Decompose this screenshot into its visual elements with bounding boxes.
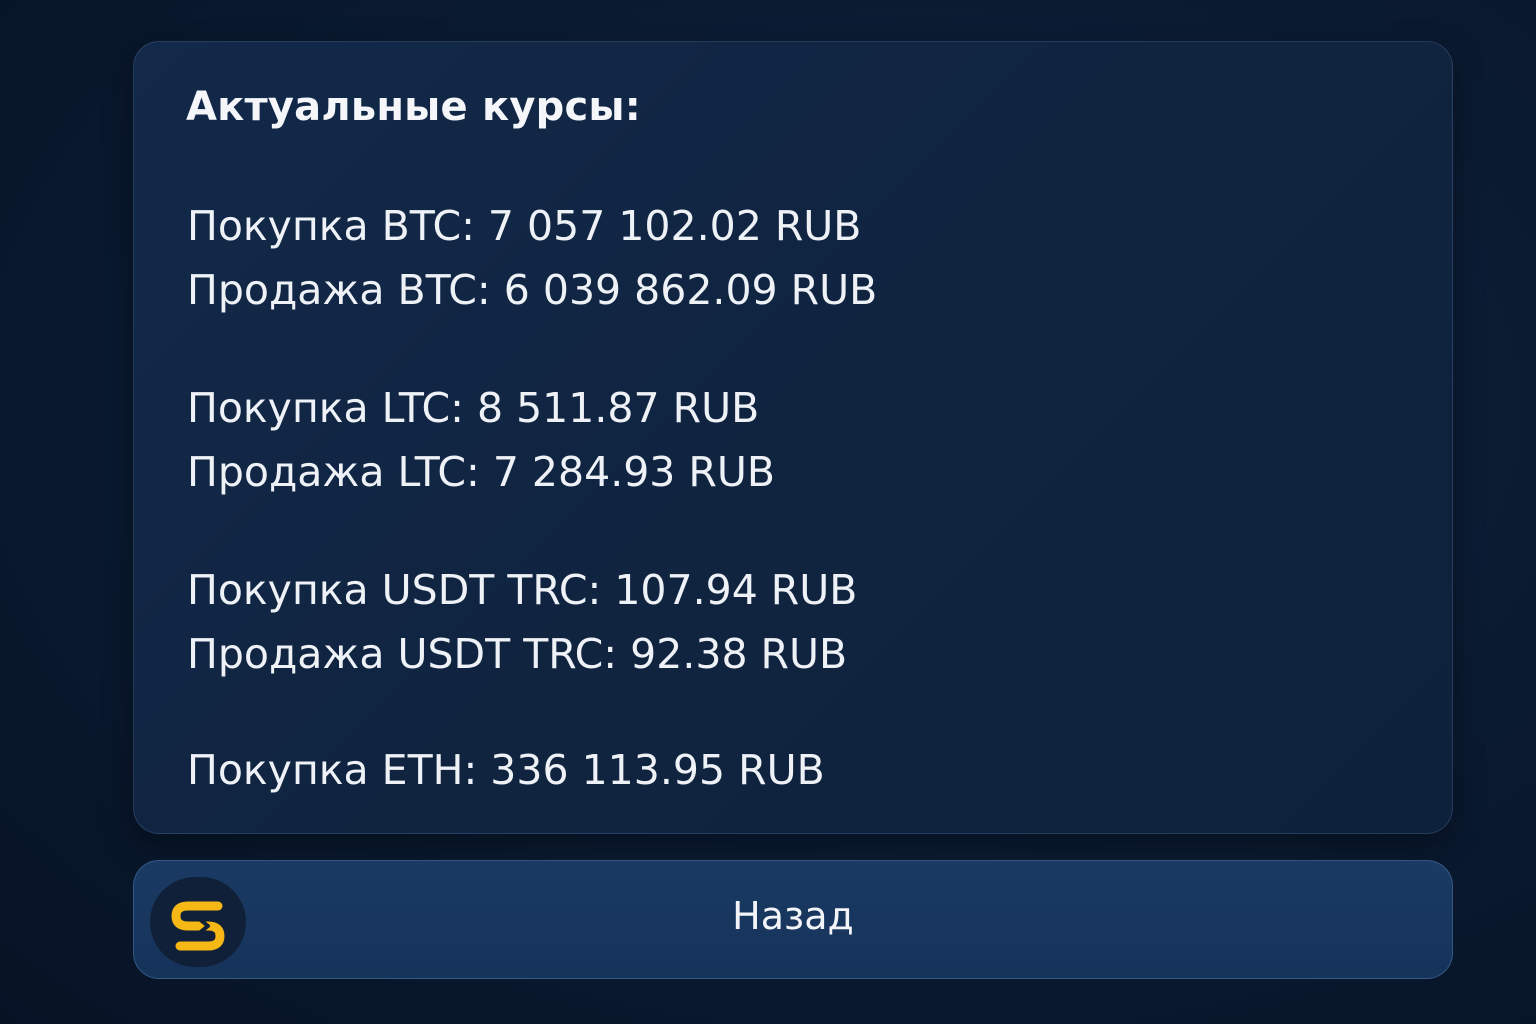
rates-title: Актуальные курсы:: [186, 84, 641, 130]
rates-message-card: Актуальные курсы: Покупка BTC: 7 057 102…: [133, 41, 1453, 834]
rate-line-usdt-sell: Продажа USDT TRC: 92.38 RUB: [187, 630, 848, 678]
rate-line-btc-buy: Покупка BTC: 7 057 102.02 RUB: [187, 202, 862, 250]
rate-line-btc-sell: Продажа BTC: 6 039 862.09 RUB: [187, 266, 878, 314]
rate-line-ltc-buy: Покупка LTC: 8 511.87 RUB: [187, 384, 760, 432]
back-button-label: Назад: [732, 894, 854, 938]
rate-line-eth-buy: Покупка ETH: 336 113.95 RUB: [187, 746, 825, 794]
back-button[interactable]: Назад: [133, 860, 1453, 979]
rate-line-usdt-buy: Покупка USDT TRC: 107.94 RUB: [187, 566, 858, 614]
rate-line-ltc-sell: Продажа LTC: 7 284.93 RUB: [187, 448, 776, 496]
